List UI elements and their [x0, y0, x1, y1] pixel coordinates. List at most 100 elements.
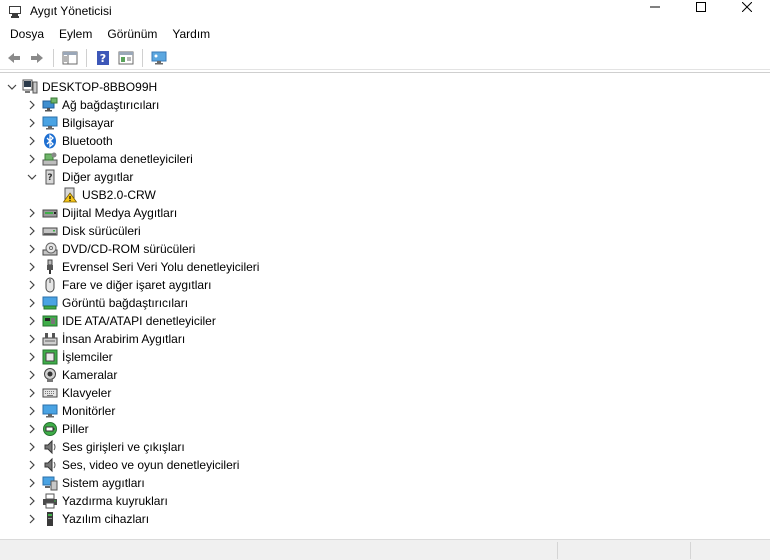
help-button[interactable]: ?	[93, 48, 113, 68]
toolbar: ?	[0, 46, 770, 70]
toolbar-separator	[86, 48, 87, 67]
close-button[interactable]	[724, 0, 770, 14]
menu-file[interactable]: Dosya	[4, 27, 50, 41]
tree-item-label: Evrensel Seri Veri Yolu denetleyicileri	[62, 260, 260, 274]
tree-item-audio-io[interactable]: Ses girişleri ve çıkışları	[26, 438, 185, 456]
tree-item-dvd-drives[interactable]: DVD/CD-ROM sürücüleri	[26, 240, 195, 258]
system-devices-icon	[42, 475, 58, 491]
device-tree: DESKTOP-8BBO99H Ağ bağdaştırıcıları Bilg…	[0, 72, 770, 538]
chevron-right-icon[interactable]	[26, 294, 38, 312]
tree-item-ide-controllers[interactable]: IDE ATA/ATAPI denetleyiciler	[26, 312, 216, 330]
minimize-button[interactable]	[632, 0, 678, 14]
tree-item-label: Bluetooth	[62, 134, 113, 148]
monitor-icon	[42, 403, 58, 419]
chevron-right-icon[interactable]	[26, 438, 38, 456]
chevron-right-icon[interactable]	[26, 402, 38, 420]
chevron-right-icon[interactable]	[26, 420, 38, 438]
chevron-right-icon[interactable]	[26, 366, 38, 384]
tree-item-storage-controllers[interactable]: Depolama denetleyicileri	[26, 150, 193, 168]
tree-item-label: Kameralar	[62, 368, 118, 382]
minimize-icon	[650, 6, 660, 8]
ide-controller-icon	[42, 313, 58, 329]
mouse-icon	[42, 277, 58, 293]
tree-item-label: Sistem aygıtları	[62, 476, 145, 490]
chevron-right-icon[interactable]	[26, 258, 38, 276]
usb-controller-icon	[42, 259, 58, 275]
maximize-button[interactable]	[678, 0, 724, 14]
chevron-right-icon[interactable]	[26, 474, 38, 492]
dvd-drive-icon	[42, 241, 58, 257]
tree-item-computer[interactable]: Bilgisayar	[26, 114, 114, 132]
tree-item-label: Monitörler	[62, 404, 116, 418]
chevron-right-icon[interactable]	[26, 222, 38, 240]
warning-device-icon	[62, 187, 78, 203]
chevron-right-icon[interactable]	[26, 132, 38, 150]
chevron-right-icon[interactable]	[26, 312, 38, 330]
show-hide-console-tree-button[interactable]	[60, 48, 80, 68]
tree-item-label: Diğer aygıtlar	[62, 170, 134, 184]
tree-item-label: USB2.0-CRW	[82, 188, 156, 202]
help-icon: ?	[97, 50, 109, 65]
chevron-right-icon[interactable]	[26, 150, 38, 168]
chevron-right-icon[interactable]	[26, 96, 38, 114]
tree-item-mice[interactable]: Fare ve diğer işaret aygıtları	[26, 276, 211, 294]
storage-controller-icon	[42, 151, 58, 167]
chevron-right-icon[interactable]	[26, 384, 38, 402]
tree-item-label: Depolama denetleyicileri	[62, 152, 193, 166]
other-devices-icon: ?	[42, 169, 58, 185]
back-button[interactable]	[4, 48, 24, 68]
computer-icon	[42, 115, 58, 131]
chevron-down-icon[interactable]	[6, 78, 18, 96]
hid-icon	[42, 331, 58, 347]
chevron-right-icon[interactable]	[26, 510, 38, 528]
chevron-right-icon[interactable]	[26, 114, 38, 132]
tree-item-network-adapters[interactable]: Ağ bağdaştırıcıları	[26, 96, 159, 114]
tree-item-usb2-crw[interactable]: USB2.0-CRW	[62, 186, 156, 204]
maximize-icon	[696, 2, 706, 12]
tree-root-item[interactable]: DESKTOP-8BBO99H	[6, 78, 157, 96]
svg-text:?: ?	[100, 52, 106, 65]
tree-item-usb-controllers[interactable]: Evrensel Seri Veri Yolu denetleyicileri	[26, 258, 259, 276]
battery-icon	[42, 421, 58, 437]
forward-button[interactable]	[27, 48, 47, 68]
tree-item-sound-video[interactable]: Ses, video ve oyun denetleyicileri	[26, 456, 239, 474]
tree-item-display-adapters[interactable]: Görüntü bağdaştırıcıları	[26, 294, 188, 312]
properties-view-button[interactable]	[116, 48, 136, 68]
menu-action[interactable]: Eylem	[53, 27, 98, 41]
menu-view[interactable]: Görünüm	[101, 27, 163, 41]
tree-item-keyboards[interactable]: Klavyeler	[26, 384, 111, 402]
chevron-down-icon[interactable]	[26, 168, 38, 186]
tree-item-label: Görüntü bağdaştırıcıları	[62, 296, 189, 310]
chevron-right-icon[interactable]	[26, 348, 38, 366]
tree-item-other-devices[interactable]: ? Diğer aygıtlar	[26, 168, 133, 186]
tree-item-monitors[interactable]: Monitörler	[26, 402, 115, 420]
chevron-right-icon[interactable]	[26, 456, 38, 474]
tree-item-label: Ağ bağdaştırıcıları	[62, 98, 160, 112]
tree-item-system-devices[interactable]: Sistem aygıtları	[26, 474, 145, 492]
tree-item-label: Bilgisayar	[62, 116, 115, 130]
tree-item-batteries[interactable]: Piller	[26, 420, 89, 438]
tree-item-bluetooth[interactable]: Bluetooth	[26, 132, 113, 150]
tree-item-hid[interactable]: İnsan Arabirim Aygıtları	[26, 330, 185, 348]
tree-item-processors[interactable]: İşlemciler	[26, 348, 113, 366]
menu-bar: Dosya Eylem Görünüm Yardım	[0, 24, 219, 44]
title-bar: Aygıt Yöneticisi	[0, 0, 770, 22]
tree-item-digital-media[interactable]: Dijital Medya Aygıtları	[26, 204, 177, 222]
scan-hardware-button[interactable]	[149, 48, 169, 68]
chevron-right-icon[interactable]	[26, 204, 38, 222]
sound-video-icon	[42, 457, 58, 473]
chevron-right-icon[interactable]	[26, 492, 38, 510]
menu-help[interactable]: Yardım	[166, 27, 216, 41]
chevron-right-icon[interactable]	[26, 276, 38, 294]
tree-item-print-queues[interactable]: Yazdırma kuyrukları	[26, 492, 168, 510]
print-queue-icon	[42, 493, 58, 509]
properties-icon	[118, 51, 134, 64]
chevron-right-icon[interactable]	[26, 240, 38, 258]
tree-item-software-devices[interactable]: Yazılım cihazları	[26, 510, 149, 528]
tree-item-cameras[interactable]: Kameralar	[26, 366, 117, 384]
tree-item-label: İnsan Arabirim Aygıtları	[62, 332, 186, 346]
tree-item-label: Disk sürücüleri	[62, 224, 141, 238]
chevron-right-icon[interactable]	[26, 330, 38, 348]
tree-item-disk-drives[interactable]: Disk sürücüleri	[26, 222, 141, 240]
tree-item-label: Fare ve diğer işaret aygıtları	[62, 278, 212, 292]
